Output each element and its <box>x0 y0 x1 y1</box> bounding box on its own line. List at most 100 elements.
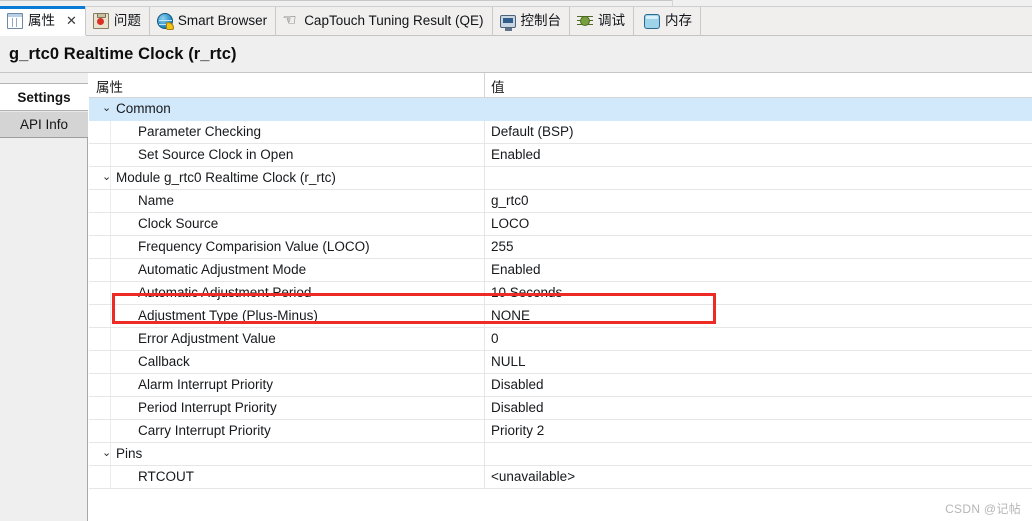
view-tab-label: 问题 <box>113 13 141 29</box>
column-header-property: 属性 <box>96 80 123 95</box>
side-tab-settings[interactable]: Settings <box>0 84 88 111</box>
hand-icon: ☜ <box>282 10 297 29</box>
row-column-divider <box>484 121 485 143</box>
table-row[interactable]: Frequency Comparision Value (LOCO) 255 <box>89 236 1032 259</box>
table-row[interactable]: ⌄ Pins <box>89 443 1032 466</box>
property-value[interactable]: 255 <box>491 239 514 254</box>
row-column-divider <box>484 374 485 396</box>
side-tab-label: Settings <box>17 89 71 105</box>
row-indent-gutter <box>89 305 111 327</box>
chevron-down-icon[interactable]: ⌄ <box>102 447 113 458</box>
bug-icon <box>577 13 594 29</box>
table-row[interactable]: Callback NULL <box>89 351 1032 374</box>
memory-icon <box>644 13 661 29</box>
view-tab-bar: 属性 ✕ 问题 Smart Browser ☜ CapTouch Tuning Resul… <box>0 6 1032 36</box>
row-indent-gutter <box>89 397 111 419</box>
row-indent-gutter <box>89 328 111 350</box>
toolbar-divider <box>0 0 672 1</box>
row-indent-gutter <box>89 466 111 488</box>
property-name: Automatic Adjustment Period <box>138 285 312 300</box>
table-row[interactable]: Alarm Interrupt Priority Disabled <box>89 374 1032 397</box>
view-tab-6[interactable]: 内存 <box>634 7 702 35</box>
close-icon[interactable]: ✕ <box>66 15 77 28</box>
side-tab-spacer <box>0 73 88 84</box>
property-name: Frequency Comparision Value (LOCO) <box>138 239 370 254</box>
row-indent-gutter <box>89 190 111 212</box>
properties-table[interactable]: 属性 值 ⌄ Common Parameter Checking Default (B… <box>89 73 1032 521</box>
table-row[interactable]: Clock Source LOCO <box>89 213 1032 236</box>
table-row[interactable]: RTCOUT <unavailable> <box>89 466 1032 489</box>
table-row[interactable]: Name g_rtc0 <box>89 190 1032 213</box>
property-name: Carry Interrupt Priority <box>138 423 271 438</box>
table-row[interactable]: Parameter Checking Default (BSP) <box>89 121 1032 144</box>
table-row[interactable]: Automatic Adjustment Mode Enabled <box>89 259 1032 282</box>
view-tab-2[interactable]: Smart Browser <box>149 7 277 35</box>
property-name: Module g_rtc0 Realtime Clock (r_rtc) <box>116 170 336 185</box>
property-value[interactable]: Disabled <box>491 377 544 392</box>
property-value[interactable]: 10 Seconds <box>491 285 562 300</box>
row-column-divider <box>484 167 485 189</box>
property-value[interactable]: NULL <box>491 354 526 369</box>
row-indent-gutter <box>89 121 111 143</box>
row-column-divider <box>484 397 485 419</box>
table-body: ⌄ Common Parameter Checking Default (BSP) Se… <box>89 98 1032 489</box>
row-column-divider <box>484 98 485 120</box>
view-tab-1[interactable]: 问题 <box>85 7 150 35</box>
row-column-divider <box>484 328 485 350</box>
view-tab-5[interactable]: 调试 <box>570 7 635 35</box>
row-column-divider <box>484 466 485 488</box>
view-tab-label: 内存 <box>665 13 693 29</box>
view-tab-0[interactable]: 属性 ✕ <box>0 6 86 36</box>
property-value[interactable]: g_rtc0 <box>491 193 529 208</box>
view-tab-4[interactable]: 控制台 <box>492 7 571 35</box>
column-divider[interactable] <box>484 73 485 97</box>
console-icon <box>499 15 516 31</box>
table-row[interactable]: ⌄ Module g_rtc0 Realtime Clock (r_rtc) <box>89 167 1032 190</box>
row-indent-gutter <box>89 236 111 258</box>
property-value[interactable]: Default (BSP) <box>491 124 574 139</box>
property-name: Period Interrupt Priority <box>138 400 277 415</box>
row-indent-gutter <box>89 144 111 166</box>
toolbar-remnant-strip <box>0 0 1032 7</box>
table-row[interactable]: Carry Interrupt Priority Priority 2 <box>89 420 1032 443</box>
row-column-divider <box>484 259 485 281</box>
table-row[interactable]: Automatic Adjustment Period 10 Seconds <box>89 282 1032 305</box>
view-tab-label: 属性 <box>28 13 55 29</box>
property-name: Name <box>138 193 175 208</box>
chevron-down-icon[interactable]: ⌄ <box>102 102 113 113</box>
view-title-bar: g_rtc0 Realtime Clock (r_rtc) <box>0 36 1032 73</box>
row-indent-gutter <box>89 420 111 442</box>
row-column-divider <box>484 282 485 304</box>
property-value[interactable]: LOCO <box>491 216 529 231</box>
view-tab-3[interactable]: ☜ CapTouch Tuning Result (QE) <box>276 7 493 35</box>
table-row[interactable]: Period Interrupt Priority Disabled <box>89 397 1032 420</box>
table-row[interactable]: ⌄ Common <box>89 98 1032 121</box>
row-column-divider <box>484 236 485 258</box>
property-name: Automatic Adjustment Mode <box>138 262 307 277</box>
property-value[interactable]: <unavailable> <box>491 469 575 484</box>
table-header-row: 属性 值 <box>89 73 1032 98</box>
table-row[interactable]: Adjustment Type (Plus-Minus) NONE <box>89 305 1032 328</box>
row-column-divider <box>484 144 485 166</box>
property-value[interactable]: Enabled <box>491 262 541 277</box>
column-header-value: 值 <box>491 80 505 95</box>
property-value[interactable]: Enabled <box>491 147 541 162</box>
problems-icon <box>92 13 109 29</box>
table-row[interactable]: Error Adjustment Value 0 <box>89 328 1032 351</box>
property-name: Alarm Interrupt Priority <box>138 377 274 392</box>
row-indent-gutter <box>89 351 111 373</box>
property-value[interactable]: Priority 2 <box>491 423 544 438</box>
chevron-down-icon[interactable]: ⌄ <box>102 171 113 182</box>
property-value[interactable]: 0 <box>491 331 499 346</box>
side-tab-label: API Info <box>19 117 69 132</box>
row-indent-gutter <box>89 374 111 396</box>
view-tab-label: 调试 <box>598 13 626 29</box>
row-column-divider <box>484 351 485 373</box>
side-tab-api-info[interactable]: API Info <box>0 111 88 138</box>
properties-body: Settings API Info 属性 值 ⌄ Common Parameter C… <box>0 73 1032 521</box>
property-value[interactable]: NONE <box>491 308 530 323</box>
property-value[interactable]: Disabled <box>491 400 544 415</box>
row-column-divider <box>484 305 485 327</box>
table-row[interactable]: Set Source Clock in Open Enabled <box>89 144 1032 167</box>
view-tab-label: 控制台 <box>520 13 562 29</box>
